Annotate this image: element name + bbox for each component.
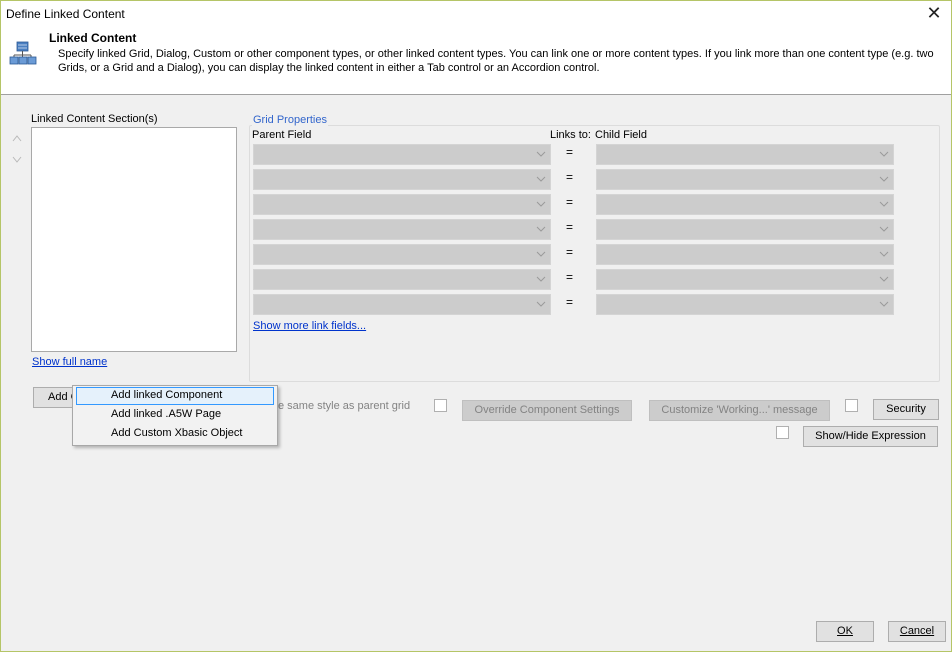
chevron-down-icon[interactable] [535,248,547,260]
move-up-button[interactable] [10,133,24,145]
security-button[interactable]: Security [873,399,939,420]
chevron-down-icon[interactable] [878,198,890,210]
show-full-name-link[interactable]: Show full name [32,356,107,368]
move-down-button[interactable] [10,155,24,167]
chevron-down-icon[interactable] [535,198,547,210]
chevron-down-icon[interactable] [535,148,547,160]
dialog-window: Define Linked Content ✕ Linked Content S… [0,0,952,652]
cancel-button-label[interactable]: Cancel [900,625,934,637]
menu-item-add-custom-xbasic-object[interactable]: Add Custom Xbasic Object [76,425,274,443]
linked-content-sections-list[interactable] [31,127,237,352]
chevron-down-icon[interactable] [535,173,547,185]
chevron-down-icon[interactable] [535,273,547,285]
child-field-select[interactable] [596,169,894,190]
chevron-down-icon[interactable] [878,273,890,285]
parent-field-select[interactable] [253,269,551,290]
parent-field-select[interactable] [253,144,551,165]
triangle-up-icon[interactable] [12,134,22,142]
child-field-select[interactable] [596,194,894,215]
chevron-down-icon[interactable] [878,223,890,235]
parent-field-header: Parent Field [252,129,312,141]
linked-content-icon [9,41,37,65]
close-button[interactable]: ✕ [923,3,945,25]
window-title: Define Linked Content [6,7,125,21]
override-component-settings-button[interactable]: Override Component Settings [462,400,632,421]
menu-item-add-linked-component[interactable]: Add linked Component [76,387,274,405]
same-style-checkbox[interactable] [434,399,447,412]
links-to-operator: = [566,195,574,209]
header-description: Specify linked Grid, Dialog, Custom or o… [58,48,934,74]
child-field-select[interactable] [596,269,894,290]
show-hide-expression-checkbox[interactable] [776,426,789,439]
parent-field-select[interactable] [253,169,551,190]
links-to-operator: = [566,220,574,234]
child-field-select[interactable] [596,144,894,165]
chevron-down-icon[interactable] [535,223,547,235]
child-field-select[interactable] [596,219,894,240]
show-more-link-fields[interactable]: Show more link fields... [253,320,366,332]
parent-field-select[interactable] [253,194,551,215]
header-panel: Linked Content Specify linked Grid, Dial… [1,27,951,95]
parent-field-select[interactable] [253,219,551,240]
same-style-label: e same style as parent grid [278,400,411,412]
chevron-down-icon[interactable] [878,173,890,185]
chevron-down-icon[interactable] [535,298,547,310]
chevron-down-icon[interactable] [878,248,890,260]
child-field-select[interactable] [596,294,894,315]
header-title: Linked Content [49,31,137,45]
title-bar: Define Linked Content ✕ [1,1,951,27]
links-to-operator: = [566,270,574,284]
grid-properties-legend: Grid Properties [252,114,328,126]
security-checkbox[interactable] [845,399,858,412]
links-to-operator: = [566,145,574,159]
links-to-operator: = [566,295,574,309]
customize-working-message-button[interactable]: Customize 'Working...' message [649,400,830,421]
ok-button-label[interactable]: OK [837,625,853,637]
links-to-header: Links to: [550,129,591,141]
linked-content-sections-label: Linked Content Section(s) [31,113,158,125]
child-field-select[interactable] [596,244,894,265]
close-icon[interactable]: ✕ [926,3,941,23]
parent-field-select[interactable] [253,244,551,265]
links-to-operator: = [566,170,574,184]
cancel-button[interactable]: Cancel [888,621,946,642]
add-content-context-menu: Add linked Component Add linked .A5W Pag… [72,385,278,446]
chevron-down-icon[interactable] [878,298,890,310]
child-field-header: Child Field [595,129,647,141]
ok-button[interactable]: OK [816,621,874,642]
menu-item-add-linked-a5w-page[interactable]: Add linked .A5W Page [76,406,274,424]
show-hide-expression-button[interactable]: Show/Hide Expression [803,426,938,447]
parent-field-select[interactable] [253,294,551,315]
chevron-down-icon[interactable] [878,148,890,160]
triangle-down-icon[interactable] [12,156,22,164]
links-to-operator: = [566,245,574,259]
